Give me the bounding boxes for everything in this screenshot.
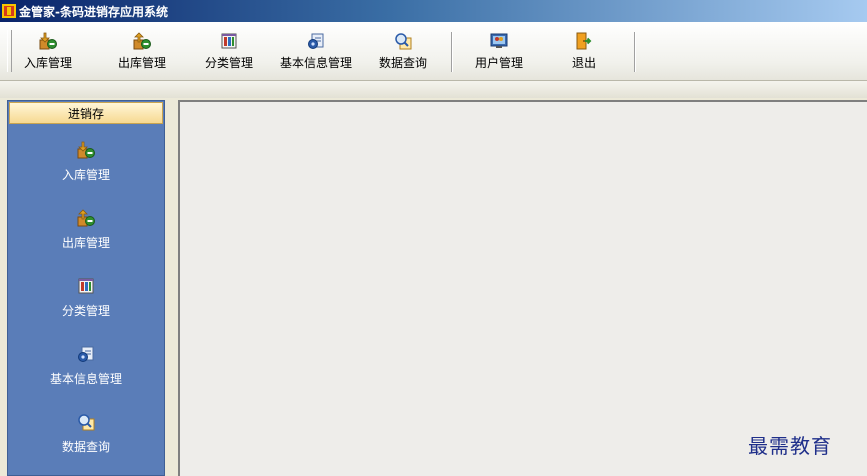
app-icon [2, 4, 16, 18]
data-query-icon [77, 413, 95, 431]
toolbar-spacer [0, 81, 867, 98]
toolbar-stock-in-button[interactable]: 入库管理 [18, 30, 78, 74]
toolbar-stock-out-label: 出库管理 [117, 56, 166, 70]
stock-in-icon [39, 32, 57, 50]
sidebar-item-label: 数据查询 [61, 440, 110, 454]
basic-info-icon [77, 345, 95, 363]
stock-in-icon [77, 141, 95, 159]
sidebar-item-label: 分类管理 [61, 304, 110, 318]
main-toolbar: 入库管理 出库管理 分类管理 基本信息管理 数据查询 用户管理 退出 [0, 22, 867, 81]
main-workspace [178, 100, 867, 476]
toolbar-stock-in-label: 入库管理 [23, 56, 72, 70]
toolbar-category-button[interactable]: 分类管理 [199, 30, 259, 74]
watermark-text: 最需教育 [748, 434, 832, 458]
toolbar-basic-info-label: 基本信息管理 [279, 56, 352, 70]
sidebar-item-label: 出库管理 [61, 236, 110, 250]
user-management-icon [490, 32, 508, 50]
exit-icon [575, 32, 593, 50]
stock-out-icon [133, 32, 151, 50]
toolbar-basic-info-button[interactable]: 基本信息管理 [271, 30, 361, 74]
toolbar-stock-out-button[interactable]: 出库管理 [112, 30, 172, 74]
toolbar-grip[interactable] [7, 30, 12, 72]
sidebar-item-label: 基本信息管理 [49, 372, 122, 386]
stock-out-icon [77, 209, 95, 227]
toolbar-end-separator [634, 32, 636, 72]
sidebar-header[interactable]: 进销存 [9, 102, 163, 124]
category-icon [220, 32, 238, 50]
toolbar-exit-label: 退出 [571, 56, 596, 70]
window-titlebar: 金管家-条码进销存应用系统 [0, 0, 867, 22]
toolbar-user-management-label: 用户管理 [474, 56, 523, 70]
sidebar-item-category[interactable]: 分类管理 [8, 277, 164, 337]
toolbar-user-management-button[interactable]: 用户管理 [468, 30, 530, 74]
window-title: 金管家-条码进销存应用系统 [19, 4, 168, 19]
sidebar-item-data-query[interactable]: 数据查询 [8, 413, 164, 473]
sidebar-item-stock-out[interactable]: 出库管理 [8, 209, 164, 269]
toolbar-data-query-button[interactable]: 数据查询 [372, 30, 434, 74]
sidebar-item-stock-in[interactable]: 入库管理 [8, 141, 164, 201]
toolbar-data-query-label: 数据查询 [378, 56, 427, 70]
toolbar-category-label: 分类管理 [204, 56, 253, 70]
sidebar-item-basic-info[interactable]: 基本信息管理 [8, 345, 164, 405]
sidebar-panel: 进销存 入库管理 出库管理 分类管理 基本信息管理 数据查询 [7, 100, 165, 476]
sidebar-item-label: 入库管理 [61, 168, 110, 182]
basic-info-icon [307, 32, 325, 50]
data-query-icon [394, 32, 412, 50]
toolbar-exit-button[interactable]: 退出 [562, 30, 606, 74]
toolbar-separator [451, 32, 453, 72]
category-icon [77, 277, 95, 295]
